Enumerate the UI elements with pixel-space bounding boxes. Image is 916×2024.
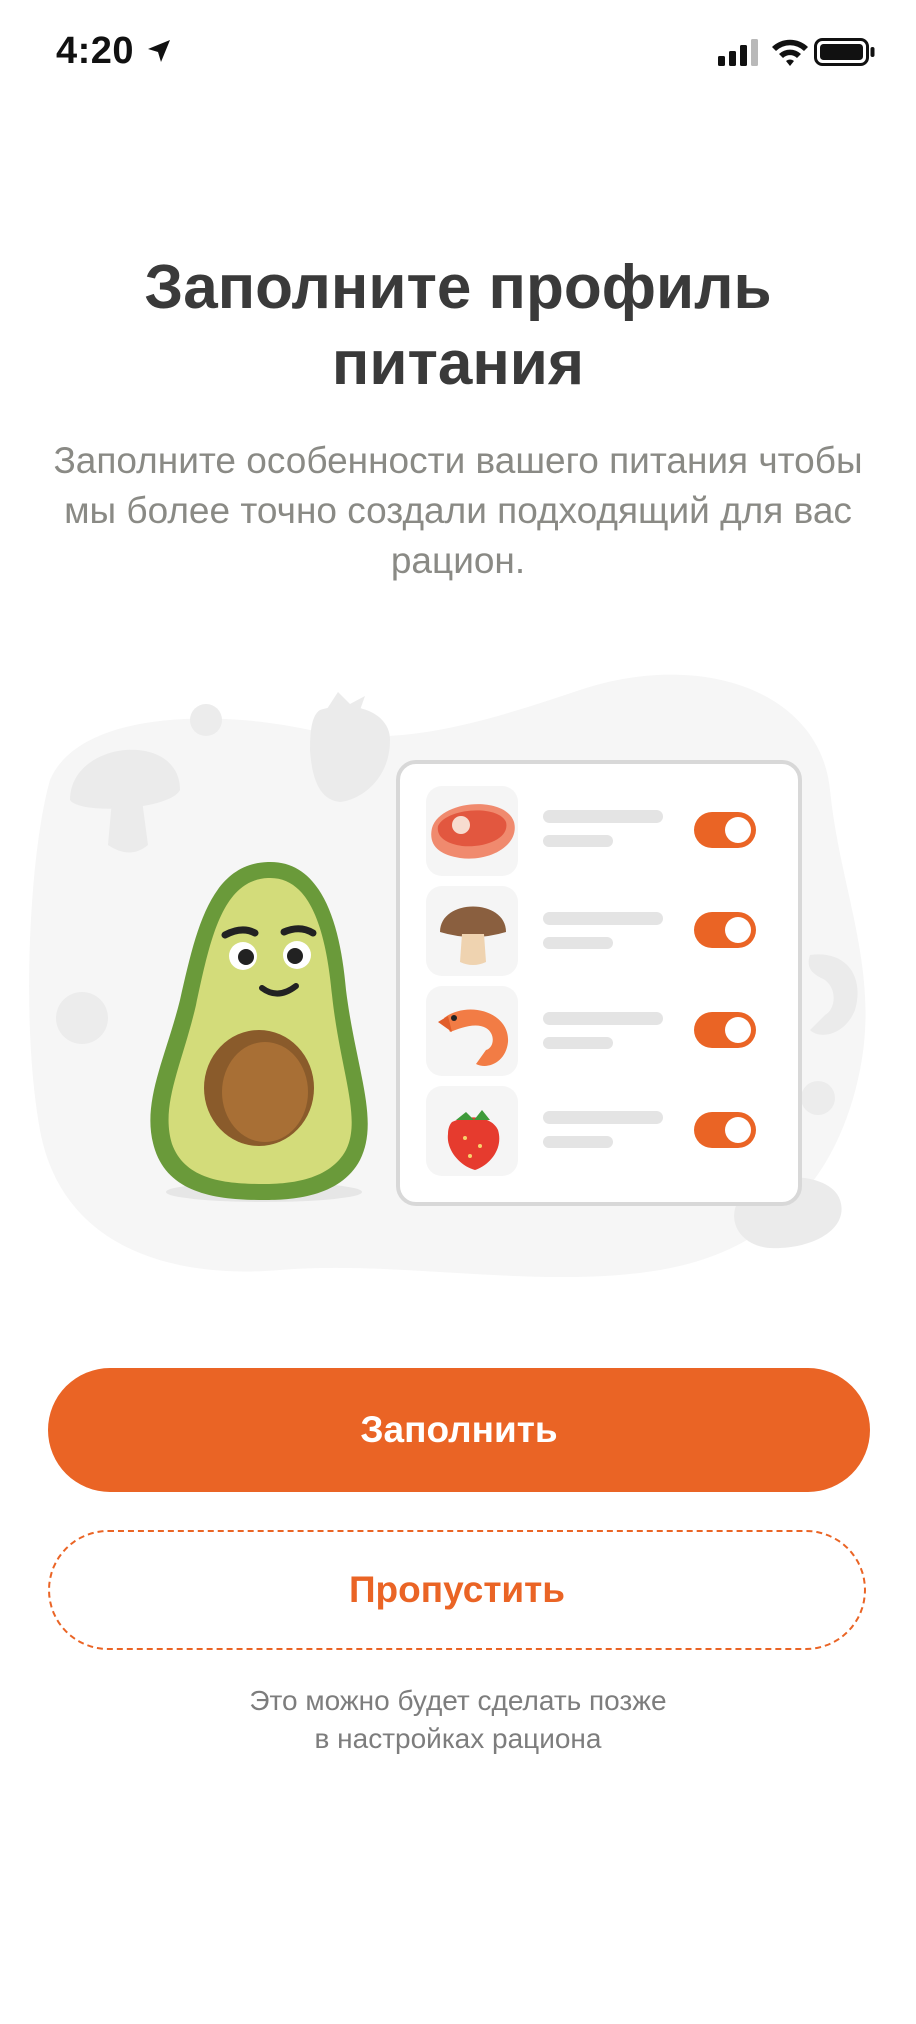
wifi-icon	[772, 39, 808, 66]
preferences-card	[396, 760, 802, 1206]
hint-line: Это можно будет сделать позже	[249, 1685, 667, 1716]
toggle-switch	[694, 812, 756, 848]
toggle-switch	[694, 1012, 756, 1048]
toggle-switch	[694, 912, 756, 948]
status-time: 4:20	[56, 30, 135, 72]
page-subtitle: Заполните особенности вашего питания что…	[53, 440, 863, 581]
cellular-signal-icon	[718, 39, 758, 66]
onboarding-illustration	[29, 674, 866, 1278]
toggle-switch	[694, 1112, 756, 1148]
hint-line: в настройках рациона	[314, 1723, 602, 1754]
status-bar: 4:20	[0, 0, 916, 110]
page-title: Заполните профиль питания	[144, 253, 772, 398]
decor-dot	[190, 704, 222, 736]
hint-text: Это можно будет сделать позже в настройк…	[100, 1682, 816, 1758]
decor-dot	[801, 1081, 835, 1115]
onboarding-screen: 4:20 Заполните профиль питания Заполните…	[0, 0, 916, 2024]
skip-button[interactable]: Пропустить	[48, 1530, 866, 1650]
decor-dot	[56, 992, 108, 1044]
location-arrow-icon	[148, 40, 170, 62]
fill-profile-button[interactable]: Заполнить	[48, 1368, 870, 1492]
battery-icon	[814, 38, 875, 66]
